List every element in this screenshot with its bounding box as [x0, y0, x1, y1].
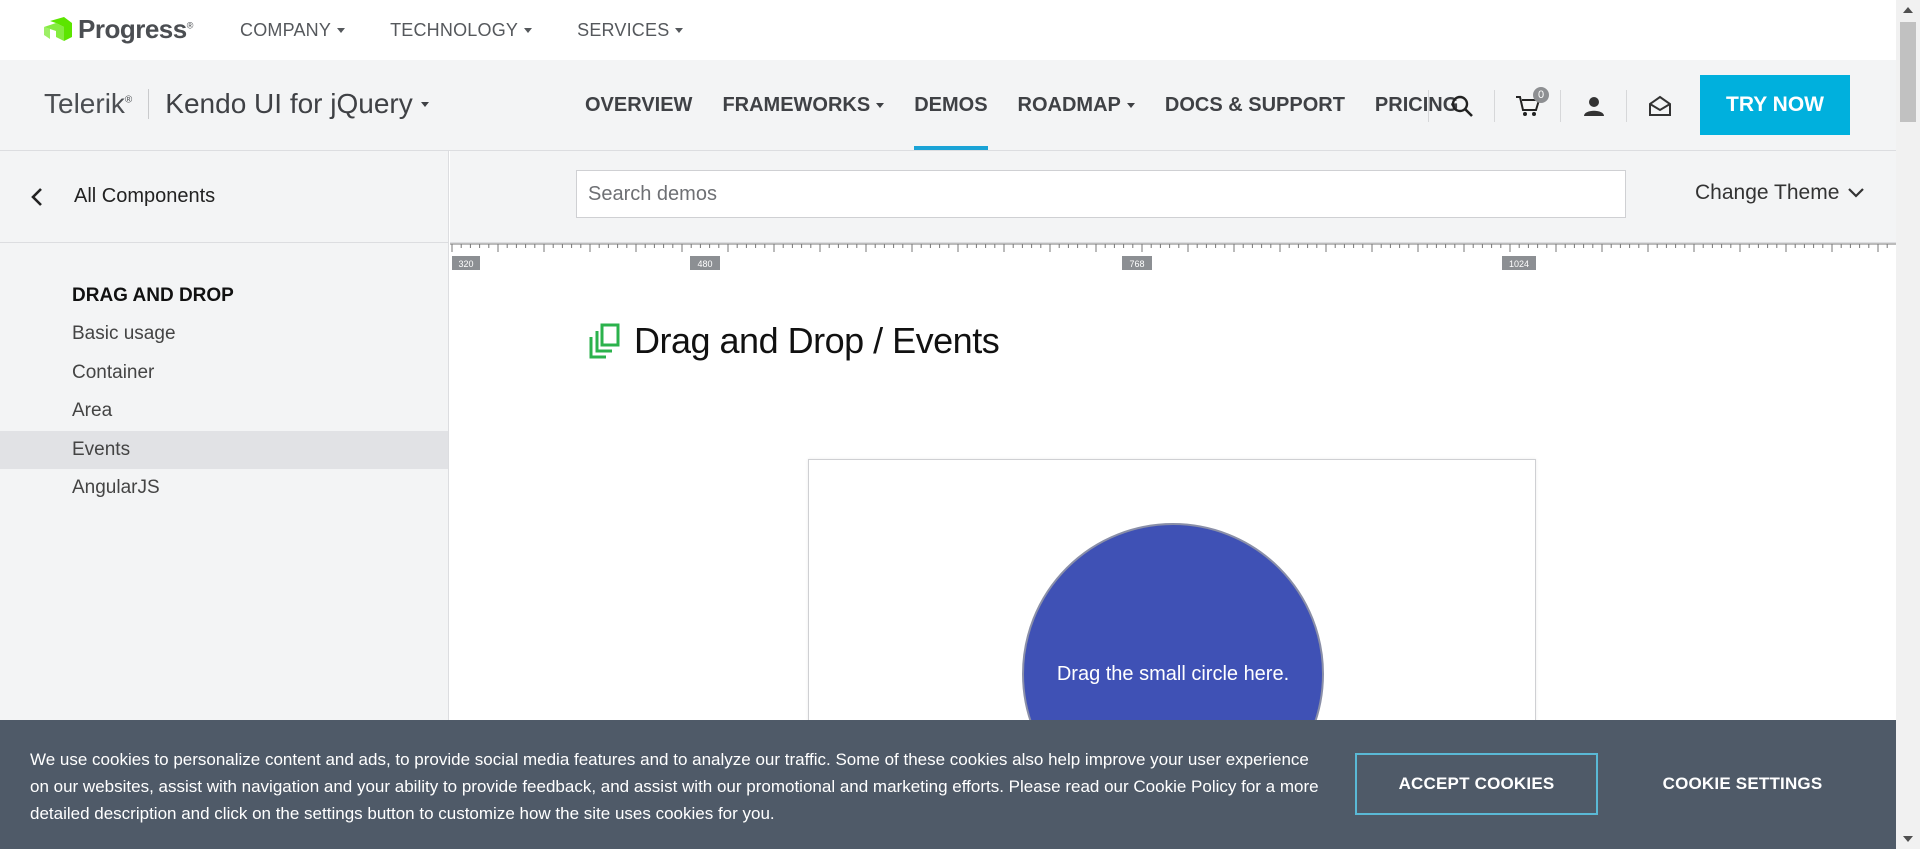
contact-button[interactable] — [1626, 90, 1692, 122]
chevron-down-icon — [1848, 188, 1865, 198]
scroll-down-arrow-icon[interactable] — [1896, 829, 1920, 849]
cookie-settings-button[interactable]: COOKIE SETTINGS — [1640, 753, 1845, 815]
progress-logo[interactable]: Progress® — [44, 14, 193, 45]
page-scrollbar[interactable] — [1896, 0, 1920, 849]
accept-cookies-button[interactable]: ACCEPT COOKIES — [1355, 753, 1598, 815]
cookie-banner-text: We use cookies to personalize content an… — [30, 750, 1319, 823]
sidebar-section: DRAG AND DROP Basic usage Container Area… — [0, 243, 448, 508]
ruler-mark: 1024 — [1502, 256, 1536, 270]
mail-icon — [1648, 95, 1671, 116]
sidebar-item-container[interactable]: Container — [0, 354, 448, 393]
progress-logo-text: Progress® — [78, 14, 193, 44]
caret-down-icon — [1126, 102, 1135, 108]
nav-frameworks[interactable]: FRAMEWORKS — [722, 60, 885, 150]
cookie-banner: We use cookies to personalize content an… — [0, 720, 1896, 849]
drag-drop-component-icon — [589, 323, 620, 359]
progress-logo-icon — [44, 16, 72, 41]
responsive-ruler: 320 480 768 1024 — [450, 243, 1896, 270]
search-row: Change Theme — [450, 151, 1896, 243]
try-now-button[interactable]: TRY NOW — [1700, 75, 1850, 135]
main-nav: OVERVIEW FRAMEWORKS DEMOS ROADMAP DOCS &… — [585, 60, 1458, 150]
search-icon — [1451, 95, 1473, 117]
sidebar-item-area[interactable]: Area — [0, 392, 448, 431]
caret-down-icon — [524, 28, 533, 33]
scrollbar-thumb[interactable] — [1900, 22, 1916, 122]
ruler-mark-320: 320 — [458, 259, 473, 269]
drop-target-text: Drag the small circle here. — [1056, 662, 1290, 685]
all-components-link[interactable]: All Components — [74, 185, 215, 208]
nav-icons: 0 — [1428, 87, 1692, 122]
brand-divider — [148, 89, 150, 119]
user-icon — [1583, 97, 1604, 116]
nav-roadmap[interactable]: ROADMAP — [1018, 60, 1135, 150]
chevron-left-icon[interactable] — [26, 185, 50, 209]
ruler-mark-480: 480 — [697, 259, 712, 269]
ruler-mark: 768 — [1122, 256, 1152, 270]
ruler-mark-768: 768 — [1129, 259, 1144, 269]
ruler-mark: 480 — [690, 256, 720, 270]
page-title-row: Drag and Drop / Events — [588, 320, 1000, 362]
scroll-up-arrow-icon[interactable] — [1896, 0, 1920, 20]
telerik-logo[interactable]: Telerik® — [44, 88, 132, 120]
topnav-company[interactable]: COMPANY — [240, 20, 346, 41]
cart-count-badge: 0 — [1533, 87, 1549, 103]
ruler-mark-1024: 1024 — [1509, 259, 1529, 269]
sidebar-item-basic-usage[interactable]: Basic usage — [0, 315, 448, 354]
caret-down-icon — [337, 28, 346, 33]
caret-down-icon — [420, 101, 429, 107]
search-input[interactable] — [576, 170, 1626, 218]
sidebar-item-events[interactable]: Events — [0, 430, 448, 469]
nav-docs-support[interactable]: DOCS & SUPPORT — [1165, 60, 1345, 150]
nav-overview[interactable]: OVERVIEW — [585, 60, 692, 150]
ruler-ticks — [450, 243, 1896, 252]
product-selector[interactable]: Kendo UI for jQuery — [165, 88, 429, 120]
sidebar-header: All Components — [0, 151, 448, 243]
demo-container: Drag the small circle here. — [808, 459, 1536, 825]
caret-down-icon — [876, 102, 885, 108]
top-nav: COMPANY TECHNOLOGY SERVICES — [240, 20, 684, 41]
change-theme-dropdown[interactable]: Change Theme — [1695, 181, 1865, 205]
product-bar: Telerik® Kendo UI for jQuery OVERVIEW FR… — [0, 60, 1896, 151]
caret-down-icon — [675, 28, 684, 33]
topnav-services[interactable]: SERVICES — [577, 20, 684, 41]
account-button[interactable] — [1560, 90, 1626, 122]
page-title: Drag and Drop / Events — [634, 320, 1000, 361]
cart-button[interactable]: 0 — [1494, 87, 1560, 122]
sidebar-item-angularjs[interactable]: AngularJS — [0, 469, 448, 508]
search-button[interactable] — [1428, 90, 1494, 122]
nav-demos[interactable]: DEMOS — [914, 60, 988, 150]
sidebar-section-title: DRAG AND DROP — [72, 285, 234, 306]
change-theme-label: Change Theme — [1695, 181, 1840, 204]
topnav-technology[interactable]: TECHNOLOGY — [390, 20, 533, 41]
ruler-mark: 320 — [452, 256, 480, 270]
brand: Telerik® Kendo UI for jQuery — [44, 88, 429, 120]
top-bar: Progress® COMPANY TECHNOLOGY SERVICES — [0, 0, 1896, 60]
